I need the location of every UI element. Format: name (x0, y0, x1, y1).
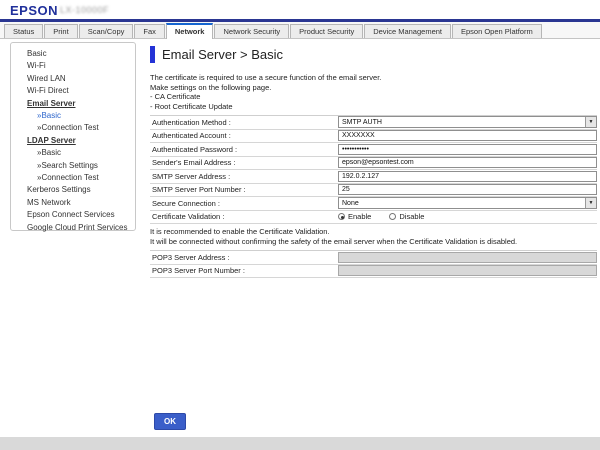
senders-email-address-input[interactable] (338, 157, 597, 168)
description-text: The certificate is required to use a sec… (150, 73, 597, 111)
field-label: Authentication Method : (150, 118, 338, 127)
sidebar-section-email-server[interactable]: Email Server (27, 98, 135, 110)
authenticated-account-input[interactable] (338, 130, 597, 141)
radio-label: Disable (399, 212, 424, 221)
field-label: Certificate Validation : (150, 212, 338, 221)
chevron-down-icon[interactable]: ▼ (585, 198, 596, 208)
table-row: POP3 Server Port Number : (150, 265, 597, 279)
sidebar-item-kerberos-settings[interactable]: Kerberos Settings (27, 184, 135, 196)
tab-product-security[interactable]: Product Security (290, 24, 363, 38)
sidebar-item-ldap-search-settings[interactable]: »Search Settings (27, 160, 135, 172)
authentication-method-select[interactable]: SMTP AUTH ▼ (338, 116, 597, 128)
secure-connection-select[interactable]: None ▼ (338, 197, 597, 209)
tab-epson-open-platform[interactable]: Epson Open Platform (452, 24, 542, 38)
table-row: Authentication Method : SMTP AUTH ▼ (150, 116, 597, 130)
title-accent-bar (150, 46, 155, 63)
sidebar-item-wifi-direct[interactable]: Wi-Fi Direct (27, 85, 135, 97)
chevron-down-icon[interactable]: ▼ (585, 117, 596, 127)
footer-bar (0, 437, 600, 450)
pop3-server-address-input (338, 252, 597, 263)
table-row: Sender's Email Address : (150, 157, 597, 171)
authenticated-password-input[interactable] (338, 144, 597, 155)
field-label: Authenticated Password : (150, 145, 338, 154)
radio-label: Enable (348, 212, 371, 221)
table-row: SMTP Server Port Number : (150, 184, 597, 198)
tab-bar: Status Print Scan/Copy Fax Network Netwo… (0, 22, 600, 39)
printer-model-name: LX-10000F (60, 5, 109, 15)
sidebar-section-ldap-server[interactable]: LDAP Server (27, 135, 135, 147)
certificate-validation-disable-radio[interactable] (389, 213, 396, 220)
sidebar-nav: Basic Wi-Fi Wired LAN Wi-Fi Direct Email… (10, 42, 136, 231)
tab-network[interactable]: Network (166, 23, 214, 39)
tab-scan-copy[interactable]: Scan/Copy (79, 24, 134, 38)
smtp-server-address-input[interactable] (338, 171, 597, 182)
table-row: Authenticated Account : (150, 130, 597, 144)
smtp-server-port-number-input[interactable] (338, 184, 597, 195)
table-row: Authenticated Password : (150, 143, 597, 157)
pop3-settings-table: POP3 Server Address : POP3 Server Port N… (150, 250, 597, 278)
pop3-server-port-number-input (338, 265, 597, 276)
note-line: It is recommended to enable the Certific… (150, 227, 597, 237)
note-line: It will be connected without confirming … (150, 237, 597, 247)
selected-value: None (339, 200, 359, 207)
field-label: Authenticated Account : (150, 131, 338, 140)
tab-status[interactable]: Status (4, 24, 43, 38)
sidebar-item-ldap-basic[interactable]: »Basic (27, 147, 135, 159)
sidebar-item-wifi[interactable]: Wi-Fi (27, 60, 135, 72)
smtp-settings-table: Authentication Method : SMTP AUTH ▼ Auth… (150, 115, 597, 224)
description-line: Make settings on the following page. (150, 83, 597, 93)
sidebar-item-email-server-connection-test[interactable]: »Connection Test (27, 122, 135, 134)
field-label: POP3 Server Address : (150, 253, 338, 262)
certificate-validation-note: It is recommended to enable the Certific… (150, 227, 597, 246)
email-server-basic-page: EPSON LX-10000F Status Print Scan/Copy F… (0, 0, 600, 450)
field-label: POP3 Server Port Number : (150, 266, 338, 275)
sidebar-item-epson-connect-services[interactable]: Epson Connect Services (27, 209, 135, 221)
epson-logo: EPSON (10, 3, 58, 18)
sidebar-item-google-cloud-print-services[interactable]: Google Cloud Print Services (27, 222, 135, 234)
tab-fax[interactable]: Fax (134, 24, 165, 38)
tab-network-security[interactable]: Network Security (214, 24, 289, 38)
field-label: SMTP Server Port Number : (150, 185, 338, 194)
sidebar-item-basic[interactable]: Basic (27, 48, 135, 60)
sidebar-item-email-server-basic[interactable]: »Basic (27, 110, 135, 122)
table-row: POP3 Server Address : (150, 251, 597, 265)
main-content: Email Server > Basic The certificate is … (150, 45, 597, 278)
field-label: Sender's Email Address : (150, 158, 338, 167)
sidebar-item-wired-lan[interactable]: Wired LAN (27, 73, 135, 85)
selected-value: SMTP AUTH (339, 119, 382, 126)
field-label: SMTP Server Address : (150, 172, 338, 181)
sidebar-item-ldap-connection-test[interactable]: »Connection Test (27, 172, 135, 184)
header: EPSON LX-10000F (0, 0, 600, 19)
certificate-validation-enable-radio[interactable] (338, 213, 345, 220)
table-row: SMTP Server Address : (150, 170, 597, 184)
page-title-row: Email Server > Basic (150, 45, 597, 63)
tab-device-management[interactable]: Device Management (364, 24, 451, 38)
table-row: Certificate Validation : Enable Disable (150, 211, 597, 225)
table-row: Secure Connection : None ▼ (150, 197, 597, 211)
description-line: - Root Certificate Update (150, 102, 597, 112)
description-line: The certificate is required to use a sec… (150, 73, 597, 83)
tab-print[interactable]: Print (44, 24, 77, 38)
page-title: Email Server > Basic (162, 47, 283, 62)
sidebar-item-ms-network[interactable]: MS Network (27, 197, 135, 209)
field-label: Secure Connection : (150, 199, 338, 208)
description-line: - CA Certificate (150, 92, 597, 102)
ok-button[interactable]: OK (154, 413, 186, 430)
